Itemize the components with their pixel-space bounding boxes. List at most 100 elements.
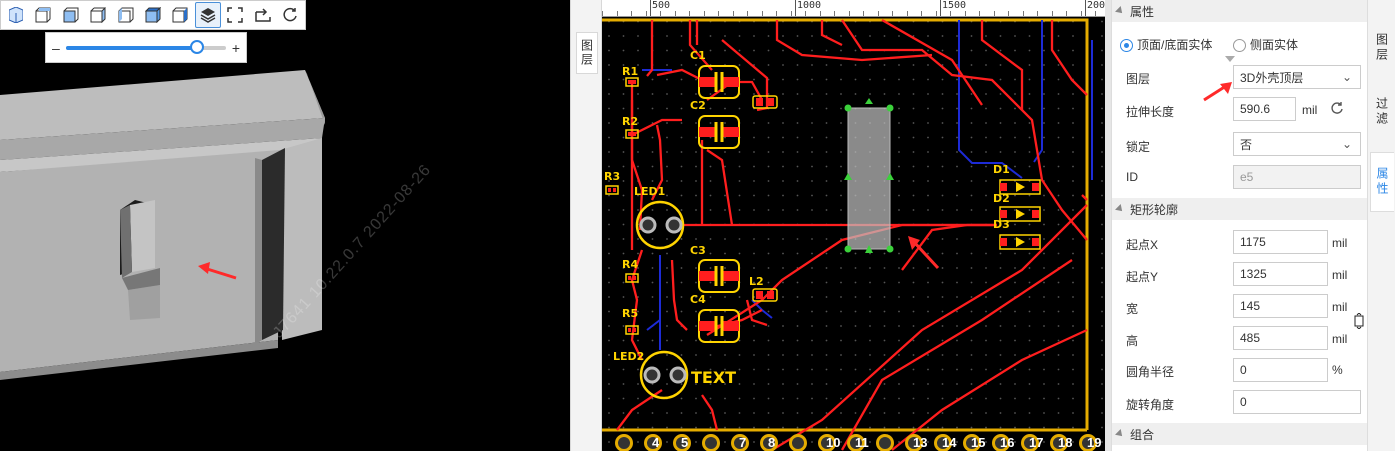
height-input[interactable]: 485	[1233, 326, 1328, 350]
ruler-minor-tick	[1095, 11, 1096, 16]
tab-layers[interactable]: 图层	[1370, 24, 1394, 72]
tab-filter[interactable]: 过滤	[1370, 88, 1394, 136]
connector-pad-label: 11	[855, 435, 869, 450]
radio-side[interactable]: 侧面实体	[1233, 36, 1298, 53]
designator-label: R1	[622, 65, 639, 78]
view-iso-icon[interactable]	[3, 2, 28, 28]
section-group-header[interactable]: 组合	[1112, 423, 1368, 445]
designator-label: R5	[622, 307, 639, 320]
ruler-minor-tick	[645, 11, 647, 16]
designator-label: D3	[993, 218, 1010, 231]
ruler-minor-tick	[1037, 11, 1038, 16]
section-rect-header[interactable]: 矩形轮廓	[1112, 198, 1368, 220]
pcb-drawing	[602, 17, 1105, 451]
collapse-icon	[1115, 204, 1125, 214]
resistor-pad	[633, 80, 636, 84]
connector-pad-label: 17	[1029, 435, 1044, 450]
radius-value: 0	[1240, 363, 1247, 377]
export-icon[interactable]	[250, 2, 275, 28]
radius-unit: %	[1332, 363, 1343, 377]
radio-topbottom[interactable]: 顶面/底面实体	[1120, 36, 1212, 53]
ruler-minor-tick	[689, 11, 690, 16]
connector-pad-label: 7	[739, 435, 747, 450]
ruler-minor-tick	[616, 11, 618, 16]
zoom-slider-thumb[interactable]	[190, 39, 204, 54]
connector-pad-label: 5	[681, 435, 689, 450]
tab-layers-left[interactable]: 图层	[576, 32, 598, 74]
designator-label: R3	[604, 170, 621, 183]
ruler-minor-tick	[935, 11, 937, 16]
resistor-pad	[628, 328, 631, 332]
ruler-minor-tick	[732, 11, 734, 16]
ruler-tick-label: 200	[1087, 0, 1105, 11]
extrude-input[interactable]: 590.6	[1233, 97, 1296, 121]
lock-select-value: 否	[1240, 137, 1253, 152]
led-pad	[669, 366, 687, 384]
fullscreen-icon[interactable]	[223, 2, 248, 28]
collapse-icon	[1115, 6, 1125, 16]
ruler-minor-tick	[921, 11, 922, 16]
lock-select[interactable]: 否 ⌄	[1233, 132, 1361, 156]
resize-cursor-icon	[1353, 312, 1365, 330]
ruler-minor-tick	[761, 11, 763, 16]
zoom-slider[interactable]	[65, 39, 226, 54]
resistor-pad	[608, 188, 611, 192]
ruler-minor-tick	[1022, 11, 1024, 16]
lock-label: 锁定	[1126, 140, 1151, 154]
ruler-minor-tick	[602, 11, 603, 16]
view-back-icon[interactable]	[168, 2, 193, 28]
view-top-icon[interactable]	[30, 2, 55, 28]
starty-input[interactable]: 1325	[1233, 262, 1328, 286]
ruler-minor-tick	[631, 11, 632, 16]
connector-pad-label: 13	[913, 435, 928, 450]
diode-pad	[1032, 183, 1039, 191]
ruler-tick-label: 1500	[942, 0, 967, 11]
rotate-input[interactable]: 0	[1233, 390, 1361, 414]
resistor-pad	[633, 276, 636, 280]
collapse-icon	[1115, 429, 1125, 439]
connector-pad	[615, 434, 633, 451]
pcb-canvas[interactable]: 500 1000 1500 200 4 5 7 8 10 11 13 14 15 16 17 18 19 C1…	[602, 0, 1105, 451]
designator-label: R4	[622, 258, 639, 271]
startx-input[interactable]: 1175	[1233, 230, 1328, 254]
ruler-tick	[1085, 0, 1086, 16]
designator-label: LED2	[613, 350, 645, 363]
refresh-icon[interactable]	[278, 2, 303, 28]
ruler-tick	[795, 0, 796, 16]
section-attributes-header[interactable]: 属性	[1112, 0, 1368, 22]
diode-pad	[1032, 210, 1039, 218]
resistor-pad	[628, 276, 631, 280]
layers-icon[interactable]	[195, 2, 221, 28]
ruler-minor-tick	[863, 11, 864, 16]
view-front-icon[interactable]	[58, 2, 83, 28]
designator-label: D1	[993, 163, 1010, 176]
tab-properties[interactable]: 属性	[1370, 152, 1394, 212]
view-bottom-icon[interactable]	[140, 2, 165, 28]
zoom-out-button[interactable]: –	[52, 40, 60, 56]
radius-input[interactable]: 0	[1233, 358, 1328, 382]
view-right-icon[interactable]	[85, 2, 110, 28]
inductor-pad	[767, 98, 774, 106]
ruler-minor-tick	[674, 11, 676, 16]
id-field: e5	[1233, 165, 1361, 189]
inductor-pad	[756, 291, 763, 299]
reset-icon[interactable]	[1330, 101, 1344, 115]
3d-model	[0, 70, 325, 380]
ruler-minor-tick	[1051, 11, 1053, 16]
layer-select[interactable]: 3D外壳顶层 ⌄	[1233, 65, 1361, 89]
designator-label: C1	[690, 49, 706, 62]
ruler-tick	[650, 0, 651, 16]
startx-unit: mil	[1332, 236, 1348, 250]
zoom-in-button[interactable]: +	[232, 40, 240, 56]
view-left-icon[interactable]	[113, 2, 138, 28]
rotate-label: 旋转角度	[1126, 398, 1175, 412]
diode-pad	[1000, 210, 1007, 218]
capacitor-pad	[722, 127, 739, 137]
diode-pad	[1000, 183, 1007, 191]
capacitor-pad	[722, 77, 739, 87]
radio-side-dot	[1233, 39, 1246, 53]
3d-viewport[interactable]: J7641 10.22.0.7 2022-08-26 – +	[0, 0, 570, 451]
height-value: 485	[1240, 331, 1261, 345]
3d-toolbar	[0, 0, 306, 30]
width-input[interactable]: 145	[1233, 294, 1328, 318]
